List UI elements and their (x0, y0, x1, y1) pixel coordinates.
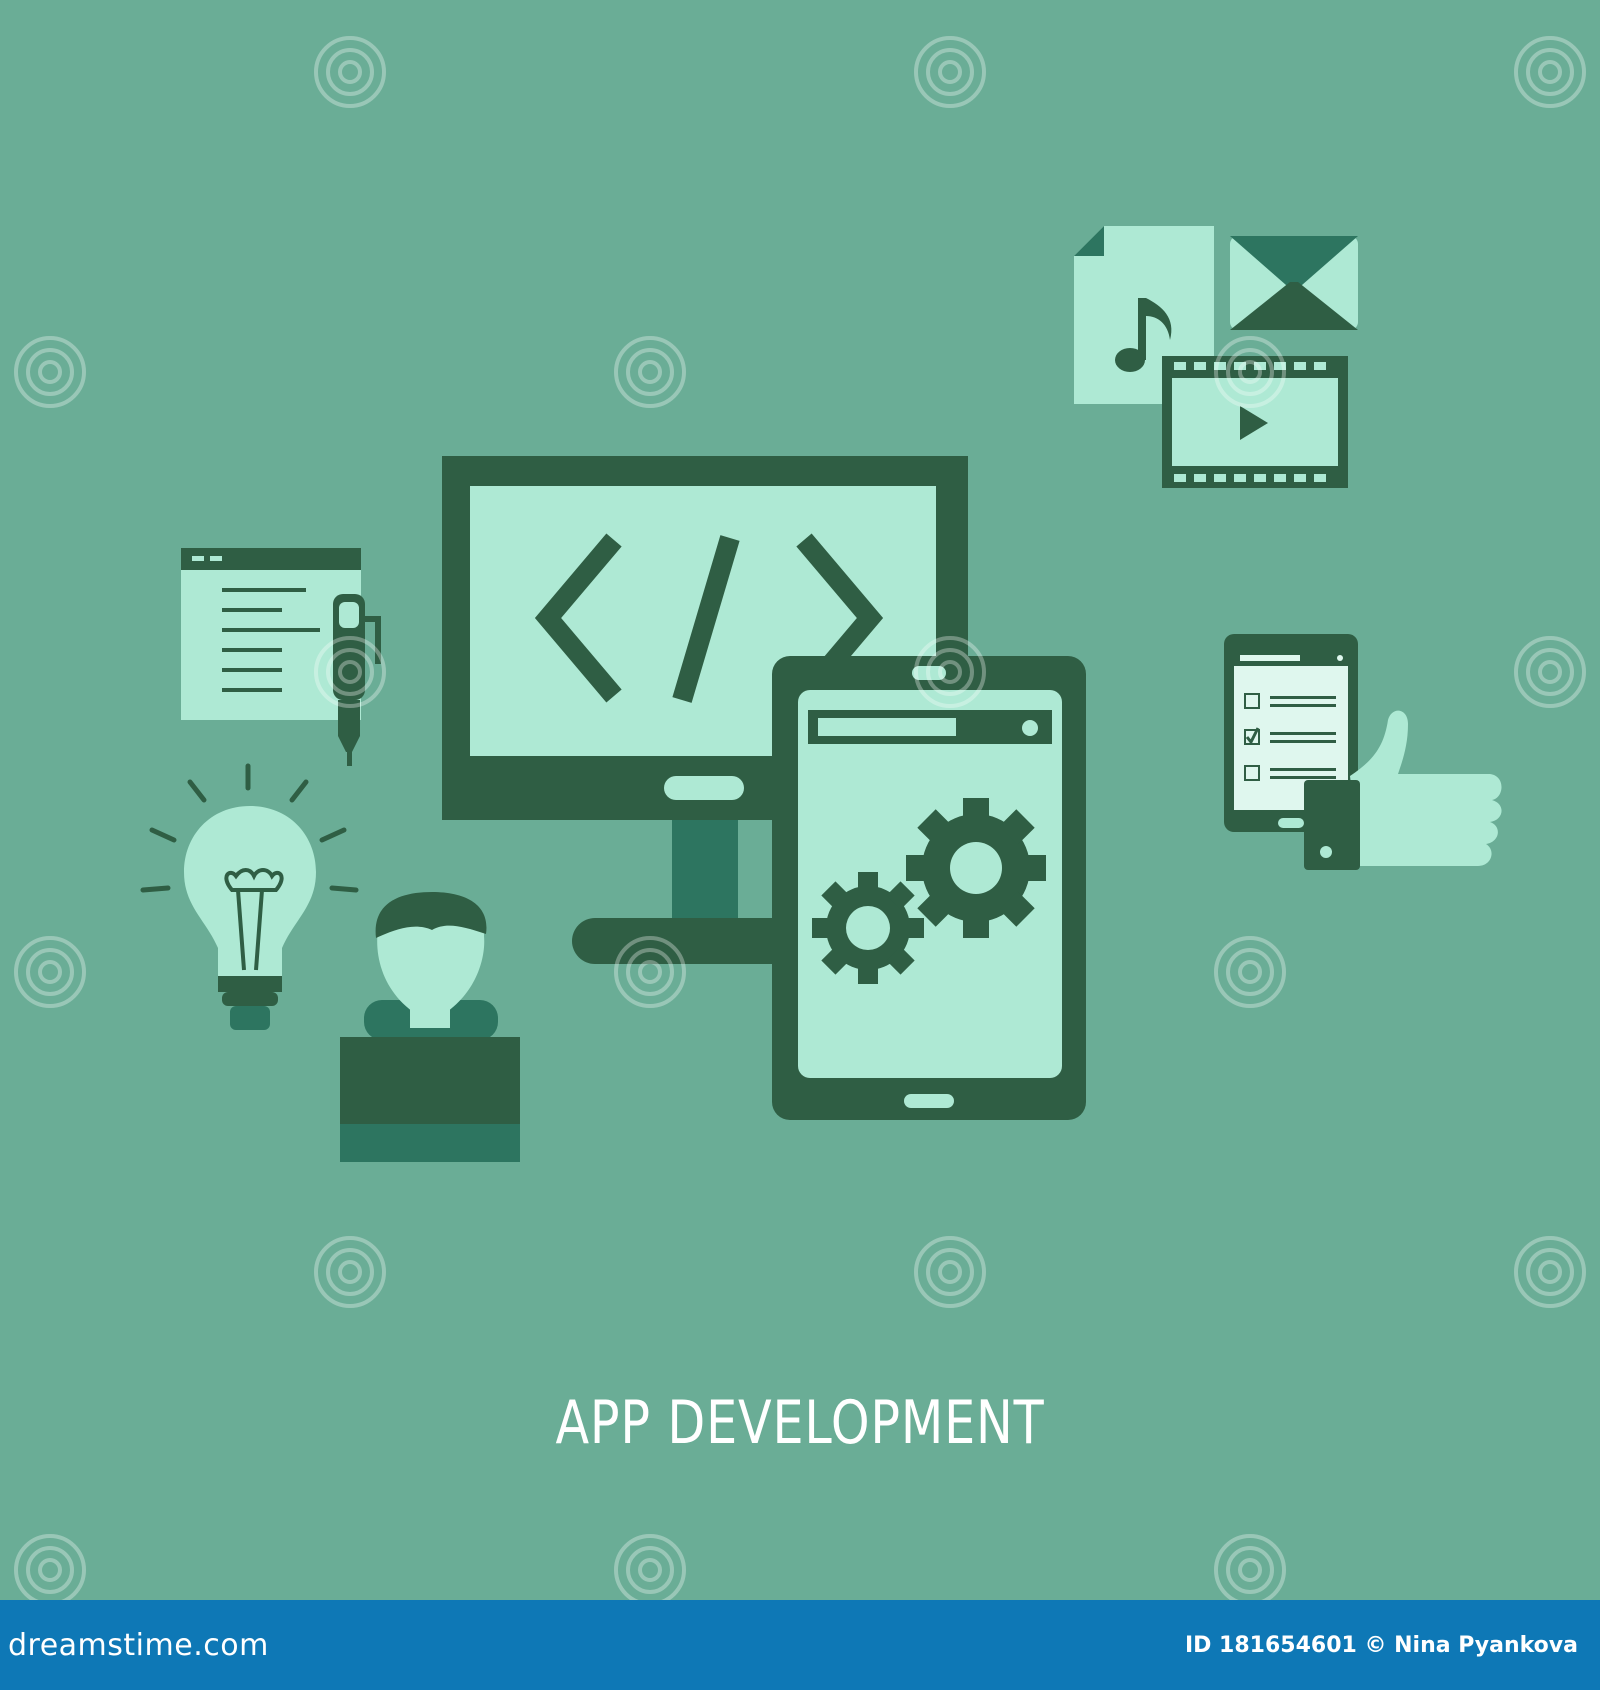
illustration-caption: APP DEVELOPMENT (555, 1388, 1045, 1458)
illustration-canvas: APP DEVELOPMENT dreamstime.com ID 181654… (0, 0, 1600, 1690)
spiral-logo-icon (614, 936, 686, 1008)
spiral-logo-icon (1514, 36, 1586, 108)
footer-credit: © Nina Pyankova (1364, 1632, 1578, 1658)
tablet-icon (772, 656, 1086, 1120)
developer-icon (364, 892, 498, 1040)
spiral-logo-icon (1214, 1534, 1286, 1600)
spiral-logo-icon (914, 1236, 986, 1308)
laptop-icon (340, 1037, 520, 1162)
spiral-logo-icon (314, 36, 386, 108)
spiral-logo-icon (614, 336, 686, 408)
mail-icon (1230, 236, 1358, 330)
light-bulb-icon (140, 763, 359, 1030)
app-development-illustration (14, 36, 1586, 1600)
footer-image-id: ID 181654601 (1184, 1632, 1357, 1658)
footer-brand[interactable]: dreamstime.com (8, 1628, 269, 1663)
spiral-logo-icon (314, 1236, 386, 1308)
spiral-logo-icon (914, 36, 986, 108)
spiral-logo-icon (1214, 936, 1286, 1008)
spiral-logo-icon (14, 336, 86, 408)
video-icon (1162, 356, 1348, 488)
stock-footer-bar: dreamstime.com ID 181654601 © Nina Pyank… (0, 1600, 1600, 1690)
spiral-logo-icon (1514, 636, 1586, 708)
footer-meta: ID 181654601 © Nina Pyankova (1185, 1633, 1578, 1658)
spiral-logo-icon (14, 936, 86, 1008)
spiral-logo-icon (614, 1534, 686, 1600)
spiral-logo-icon (14, 1534, 86, 1600)
spiral-logo-icon (1514, 1236, 1586, 1308)
